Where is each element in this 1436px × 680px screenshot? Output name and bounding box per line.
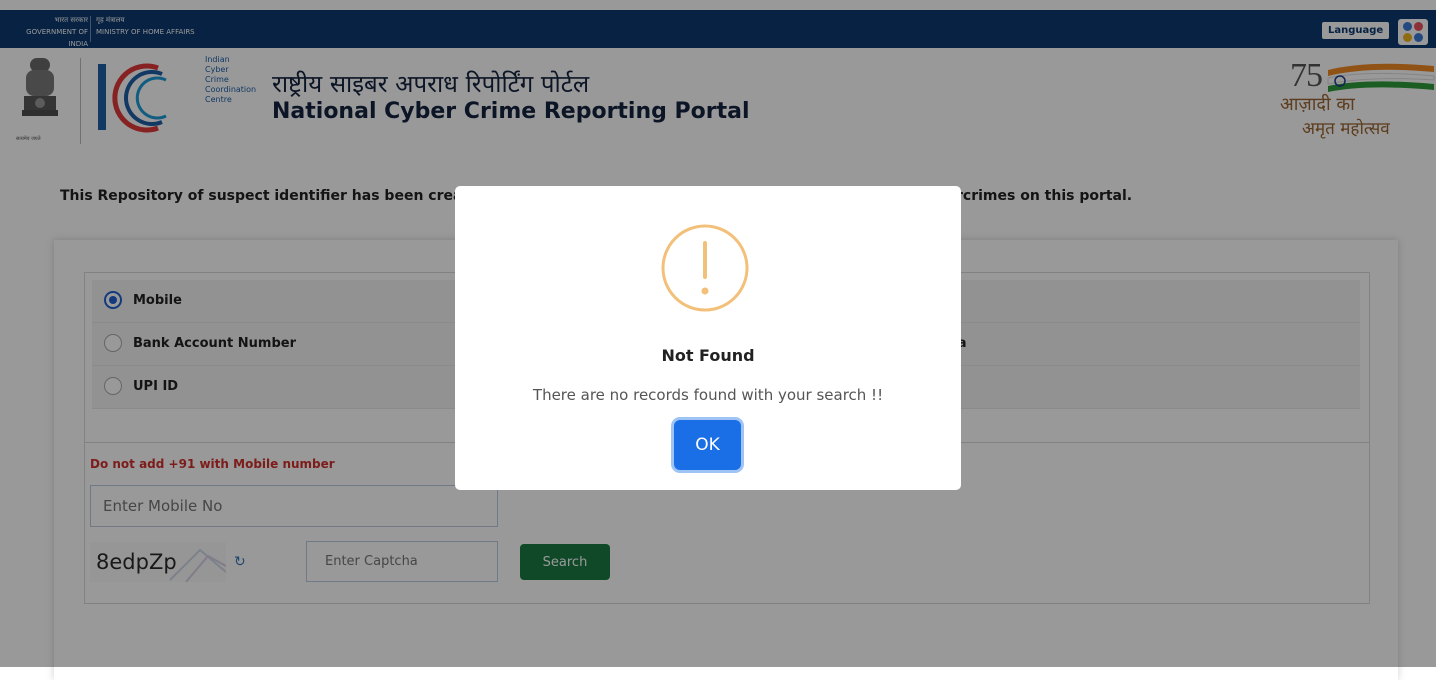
dialog-message: There are no records found with your sea… bbox=[532, 386, 884, 404]
dialog-title: Not Found bbox=[661, 346, 755, 365]
warning-icon bbox=[660, 223, 750, 313]
ok-button[interactable]: OK bbox=[674, 420, 741, 470]
not-found-dialog: Not Found There are no records found wit… bbox=[455, 186, 961, 490]
